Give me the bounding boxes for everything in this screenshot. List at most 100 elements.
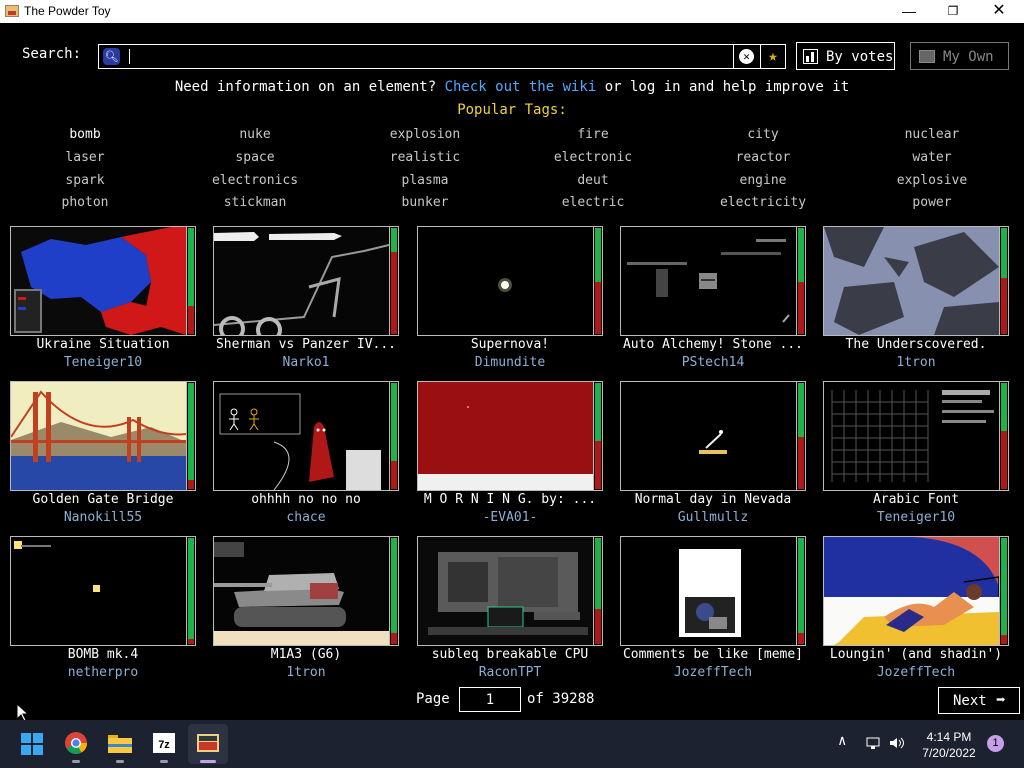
save-title[interactable]: Sherman vs Panzer IV... <box>205 337 407 352</box>
tag-link[interactable]: bunker <box>355 195 495 210</box>
network-icon[interactable] <box>865 736 881 750</box>
wiki-link[interactable]: Check out the wiki <box>445 79 597 95</box>
save-author[interactable]: JozeffTech <box>612 665 814 680</box>
save-thumbnail[interactable] <box>417 536 594 646</box>
save-thumbnail[interactable] <box>823 381 1000 491</box>
save-title[interactable]: ohhhh no no no <box>205 492 407 507</box>
next-page-button[interactable]: Next ➡ <box>938 687 1020 714</box>
search-input[interactable] <box>125 47 725 66</box>
taskbar-file-explorer[interactable] <box>100 724 140 764</box>
sort-by-votes-button[interactable]: By votes <box>796 42 895 70</box>
save-card[interactable]: subleq breakable CPU RaconTPT <box>417 536 607 684</box>
save-title[interactable]: M O R N I N G. by: ... <box>409 492 611 507</box>
save-card[interactable]: Normal day in Nevada Gullmullz <box>620 381 810 529</box>
save-author[interactable]: Narko1 <box>205 355 407 370</box>
save-card[interactable]: Auto Alchemy! Stone ... PStech14 <box>620 226 810 374</box>
save-thumbnail[interactable] <box>620 381 797 491</box>
notification-badge[interactable]: 1 <box>987 735 1004 752</box>
save-card[interactable]: Ukraine Situation Teneiger10 <box>10 226 200 374</box>
save-thumbnail[interactable] <box>417 226 594 336</box>
save-author[interactable]: Dimundite <box>409 355 611 370</box>
save-author[interactable]: netherpro <box>2 665 204 680</box>
tag-link[interactable]: space <box>185 150 325 165</box>
save-title[interactable]: Normal day in Nevada <box>612 492 814 507</box>
tag-link[interactable]: electronic <box>523 150 663 165</box>
save-thumbnail[interactable] <box>213 226 390 336</box>
save-author[interactable]: 1tron <box>815 355 1017 370</box>
save-card[interactable]: Loungin' (and shadin') JozeffTech <box>823 536 1013 684</box>
clock-time[interactable]: 4:14 PM <box>914 730 984 744</box>
tag-link[interactable]: stickman <box>185 195 325 210</box>
volume-icon[interactable] <box>889 736 905 750</box>
tag-link[interactable]: power <box>862 195 1002 210</box>
save-title[interactable]: The Underscovered. <box>815 337 1017 352</box>
tag-link[interactable]: deut <box>523 173 663 188</box>
save-card[interactable]: The Underscovered. 1tron <box>823 226 1013 374</box>
tag-link[interactable]: nuke <box>185 127 325 142</box>
save-title[interactable]: Auto Alchemy! Stone ... <box>612 337 814 352</box>
tag-link[interactable]: explosive <box>862 173 1002 188</box>
minimize-button[interactable]: — <box>886 0 932 23</box>
tag-link[interactable]: electricity <box>693 195 833 210</box>
tag-link[interactable]: city <box>693 127 833 142</box>
taskbar-chrome[interactable] <box>56 724 96 764</box>
save-title[interactable]: M1A3 (G6) <box>205 647 407 662</box>
save-thumbnail[interactable] <box>213 536 390 646</box>
tag-link[interactable]: bomb <box>15 127 155 142</box>
favourites-button[interactable]: ★ <box>760 45 785 68</box>
save-card[interactable]: M1A3 (G6) 1tron <box>213 536 403 684</box>
tag-link[interactable]: nuclear <box>862 127 1002 142</box>
save-thumbnail[interactable] <box>10 381 187 491</box>
tag-link[interactable]: plasma <box>355 173 495 188</box>
save-card[interactable]: BOMB mk.4 netherpro <box>10 536 200 684</box>
tag-link[interactable]: explosion <box>355 127 495 142</box>
save-thumbnail[interactable] <box>620 536 797 646</box>
chevron-up-icon[interactable]: ∧ <box>838 733 846 749</box>
save-title[interactable]: Ukraine Situation <box>2 337 204 352</box>
save-title[interactable]: Loungin' (and shadin') <box>815 647 1017 662</box>
save-title[interactable]: subleq breakable CPU <box>409 647 611 662</box>
tag-link[interactable]: laser <box>15 150 155 165</box>
save-author[interactable]: RaconTPT <box>409 665 611 680</box>
clear-search-button[interactable]: ✕ <box>733 45 760 68</box>
save-author[interactable]: PStech14 <box>612 355 814 370</box>
save-card[interactable]: Supernova! Dimundite <box>417 226 607 374</box>
save-author[interactable]: chace <box>205 510 407 525</box>
taskbar-powder-toy[interactable] <box>188 724 228 764</box>
clock-date[interactable]: 7/20/2022 <box>914 746 984 760</box>
save-thumbnail[interactable] <box>417 381 594 491</box>
save-author[interactable]: Nanokill55 <box>2 510 204 525</box>
tag-link[interactable]: fire <box>523 127 663 142</box>
save-title[interactable]: Arabic Font <box>815 492 1017 507</box>
save-thumbnail[interactable] <box>620 226 797 336</box>
save-title[interactable]: BOMB mk.4 <box>2 647 204 662</box>
save-thumbnail[interactable] <box>823 536 1000 646</box>
my-own-button[interactable]: My Own <box>910 42 1009 70</box>
save-author[interactable]: JozeffTech <box>815 665 1017 680</box>
save-card[interactable]: Sherman vs Panzer IV... Narko1 <box>213 226 403 374</box>
save-card[interactable]: M O R N I N G. by: ... -EVA01- <box>417 381 607 529</box>
search-box[interactable]: 🔍︎ ✕ ★ <box>98 44 786 69</box>
save-thumbnail[interactable] <box>213 381 390 491</box>
tag-link[interactable]: engine <box>693 173 833 188</box>
tag-link[interactable]: electric <box>523 195 663 210</box>
save-author[interactable]: 1tron <box>205 665 407 680</box>
save-title[interactable]: Supernova! <box>409 337 611 352</box>
save-card[interactable]: Golden Gate Bridge Nanokill55 <box>10 381 200 529</box>
tag-link[interactable]: realistic <box>355 150 495 165</box>
save-author[interactable]: Teneiger10 <box>815 510 1017 525</box>
tag-link[interactable]: electronics <box>185 173 325 188</box>
tag-link[interactable]: water <box>862 150 1002 165</box>
tag-link[interactable]: reactor <box>693 150 833 165</box>
save-title[interactable]: Comments be like [meme] <box>612 647 814 662</box>
start-button[interactable] <box>12 724 52 764</box>
taskbar-7zip[interactable]: 7z <box>144 724 184 764</box>
page-number-input[interactable] <box>459 687 521 712</box>
tag-link[interactable]: spark <box>15 173 155 188</box>
save-author[interactable]: -EVA01- <box>409 510 611 525</box>
save-card[interactable]: ohhhh no no no chace <box>213 381 403 529</box>
save-thumbnail[interactable] <box>823 226 1000 336</box>
save-card[interactable]: Arabic Font Teneiger10 <box>823 381 1013 529</box>
save-card[interactable]: Comments be like [meme] JozeffTech <box>620 536 810 684</box>
save-author[interactable]: Gullmullz <box>612 510 814 525</box>
